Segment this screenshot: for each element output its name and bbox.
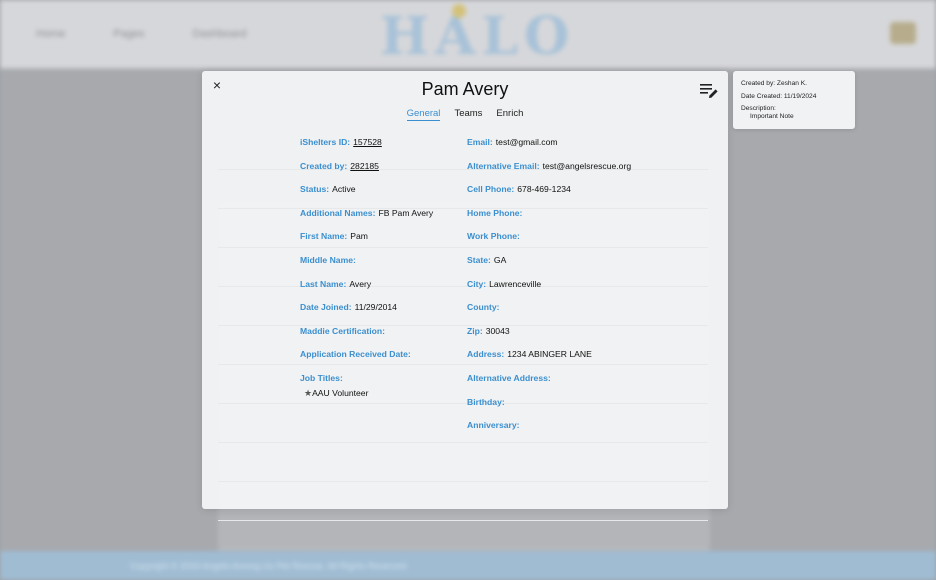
field-value: 30043: [485, 325, 510, 336]
field-additional-names: Additional Names: FB Pam Avery: [300, 208, 433, 232]
field-value: Avery: [349, 278, 372, 289]
faded-row: [218, 367, 708, 404]
field-state: State: GA: [467, 255, 631, 279]
field-maddie-certification: Maddie Certification:: [300, 326, 433, 350]
field-label: County:: [467, 302, 500, 313]
field-value: 1234 ABINGER LANE: [507, 349, 592, 360]
field-label: Birthday:: [467, 396, 505, 407]
field-created-by: Created by: 282185: [300, 161, 433, 185]
field-label: Status:: [300, 184, 330, 195]
field-label: iShelters ID:: [300, 137, 351, 147]
tab-teams[interactable]: Teams: [454, 108, 482, 121]
field-label: Anniversary:: [467, 420, 520, 431]
field-label: Cell Phone:: [467, 184, 515, 195]
logo-halo-ring: [452, 4, 466, 18]
field-county: County:: [467, 302, 631, 326]
field-birthday: Birthday:: [467, 397, 631, 421]
faded-row: [218, 328, 708, 365]
field-value: FB Pam Avery: [378, 207, 434, 218]
field-value: test@gmail.com: [495, 137, 558, 147]
note-created-by: Created by: Zeshan K.: [741, 80, 807, 87]
modal-background-rows: [218, 133, 708, 523]
field-label: Job Titles:: [300, 372, 343, 383]
field-city: City: Lawrenceville: [467, 279, 631, 303]
left-field-column: iShelters ID: 157528 Created by: 282185 St…: [300, 137, 433, 399]
star-icon: ★: [304, 387, 313, 398]
job-title-label: AAU Volunteer: [312, 387, 369, 398]
field-label: Maddie Certification:: [300, 325, 385, 336]
field-alternative-email: Alternative Email: test@angelsrescue.org: [467, 161, 631, 185]
app-footer: Copyright © 2024 Angels Among Us Pet Res…: [0, 551, 936, 580]
field-value: Active: [332, 184, 356, 195]
tab-enrich[interactable]: Enrich: [496, 108, 523, 121]
field-label: Alternative Email:: [467, 160, 540, 171]
faded-row: [218, 484, 708, 521]
avatar[interactable]: [890, 22, 916, 44]
faded-row: [218, 250, 708, 287]
field-label: City:: [467, 278, 487, 289]
field-cell-phone: Cell Phone: 678-469-1234: [467, 184, 631, 208]
field-label: Alternative Address:: [467, 372, 551, 383]
note-description-label: Description:: [741, 105, 776, 112]
faded-row: [218, 133, 708, 170]
top-nav: Home Pages Dashboard: [36, 28, 246, 40]
app-header: Home Pages Dashboard HALO: [0, 0, 936, 69]
faded-row: [218, 406, 708, 443]
field-label: Created by:: [300, 160, 348, 171]
note-date-created: Date Created: 11/19/2024: [741, 92, 817, 100]
faded-row: [218, 445, 708, 482]
field-date-joined: Date Joined: 11/29/2014: [300, 302, 433, 326]
field-label: Work Phone:: [467, 231, 520, 242]
right-field-column: Email: test@gmail.com Alternative Email: t…: [467, 137, 631, 444]
field-first-name: First Name: Pam: [300, 231, 433, 255]
job-title-item: ★AAU Volunteer: [304, 388, 433, 399]
field-anniversary: Anniversary:: [467, 420, 631, 444]
faded-row: [218, 172, 708, 209]
field-value: 678-469-1234: [517, 184, 571, 195]
faded-row: [218, 289, 708, 326]
field-value: test@angelsrescue.org: [542, 160, 632, 171]
modal-title: Pam Avery: [421, 79, 509, 99]
field-zip: Zip: 30043: [467, 326, 631, 350]
field-application-received-date: Application Received Date:: [300, 349, 433, 373]
field-alternative-address: Alternative Address:: [467, 373, 631, 397]
field-label: Email:: [467, 137, 493, 147]
field-last-name: Last Name: Avery: [300, 279, 433, 303]
halo-logo: HALO: [380, 6, 576, 67]
field-label: Application Received Date:: [300, 349, 411, 360]
nav-item-dashboard[interactable]: Dashboard: [193, 28, 247, 40]
field-value: Lawrenceville: [489, 278, 542, 289]
field-middle-name: Middle Name:: [300, 255, 433, 279]
field-email: Email: test@gmail.com: [467, 137, 631, 161]
field-label: Address:: [467, 349, 505, 360]
field-label: Home Phone:: [467, 207, 523, 218]
field-label: Zip:: [467, 325, 483, 336]
field-value: 11/29/2014: [354, 302, 397, 313]
footer-text: Copyright © 2024 Angels Among Us Pet Res…: [130, 561, 409, 571]
note-description: Important Note: [750, 113, 794, 120]
field-ishelters-id: iShelters ID: 157528: [300, 137, 433, 161]
field-address: Address: 1234 ABINGER LANE: [467, 349, 631, 373]
field-label: Middle Name:: [300, 254, 356, 265]
ishelters-id-link[interactable]: 157528: [353, 137, 382, 147]
tab-general[interactable]: General: [406, 108, 441, 121]
field-label: Additional Names:: [300, 207, 376, 218]
faded-row: [218, 211, 708, 248]
field-work-phone: Work Phone:: [467, 231, 631, 255]
field-home-phone: Home Phone:: [467, 208, 631, 232]
field-value: GA: [493, 254, 507, 265]
nav-item-pages[interactable]: Pages: [113, 28, 144, 40]
nav-item-home[interactable]: Home: [36, 28, 65, 40]
field-value: Pam: [350, 231, 368, 242]
field-label: First Name:: [300, 231, 348, 242]
field-label: Date Joined:: [300, 302, 352, 313]
field-status: Status: Active: [300, 184, 433, 208]
notes-edit-icon[interactable]: [699, 82, 719, 100]
created-by-link[interactable]: 282185: [350, 161, 379, 171]
note-popover: Created by: Zeshan K. Date Created: 11/1…: [733, 71, 855, 129]
modal-tabs: General Teams Enrich: [202, 108, 728, 121]
field-label: Last Name:: [300, 278, 347, 289]
person-detail-modal: × Pam Avery General Teams Enrich iShelte…: [202, 71, 728, 521]
field-label: State:: [467, 254, 491, 265]
